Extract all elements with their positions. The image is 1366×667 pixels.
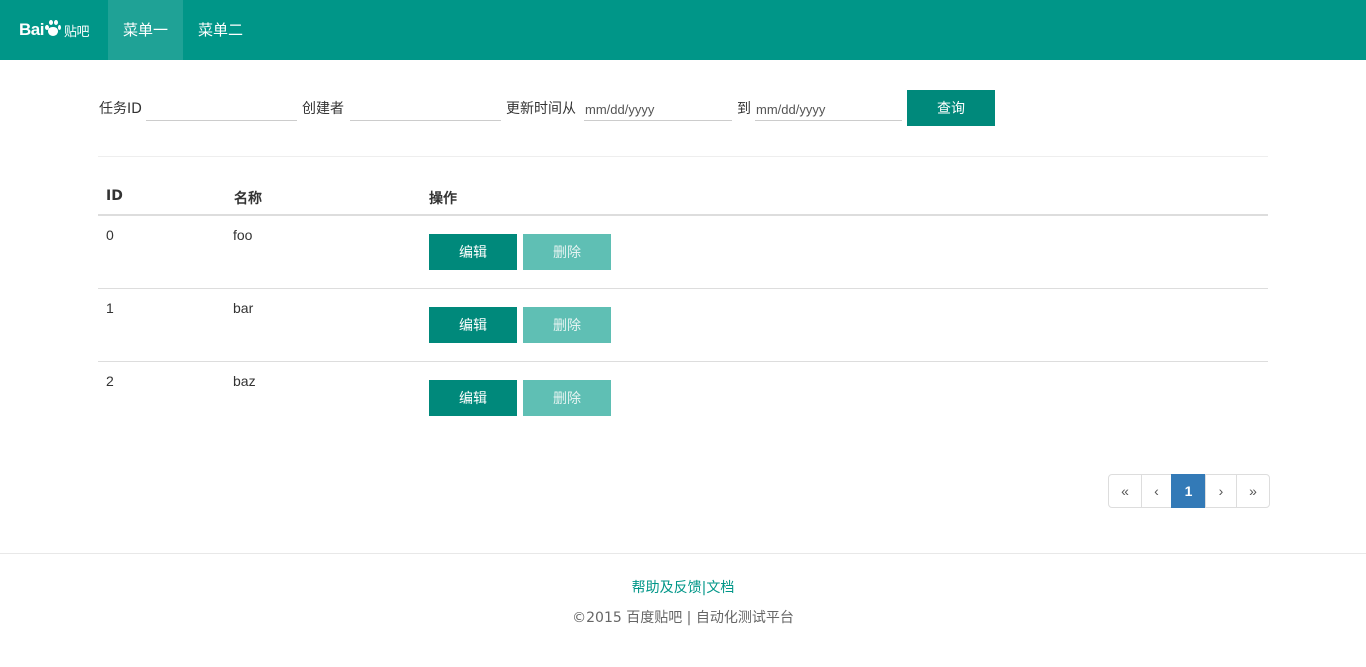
row-divider	[98, 361, 1268, 362]
row-name: foo	[233, 227, 253, 243]
next-page-button[interactable]: ›	[1205, 474, 1237, 508]
column-header-actions: 操作	[429, 191, 457, 207]
footer: 帮助及反馈|文档 ©2015 百度贴吧 | 自动化测试平台	[0, 553, 1366, 667]
prev-page-button[interactable]: ‹	[1141, 474, 1172, 508]
row-divider	[98, 288, 1268, 289]
menu-item-1[interactable]: 菜单一	[108, 0, 183, 60]
docs-link[interactable]: 文档	[706, 580, 734, 596]
task-id-input[interactable]	[146, 95, 297, 121]
column-header-id: ID	[106, 188, 123, 204]
footer-links: 帮助及反馈|文档	[0, 577, 1366, 597]
row-name: baz	[233, 373, 256, 389]
update-from-date-input[interactable]	[584, 95, 732, 121]
current-page-button[interactable]: 1	[1171, 474, 1206, 508]
delete-button[interactable]: 删除	[523, 234, 611, 270]
section-divider	[98, 156, 1268, 157]
creator-label: 创建者	[302, 101, 344, 117]
top-navbar: Bai 贴吧 菜单一 菜单二	[0, 0, 1366, 60]
column-header-name: 名称	[234, 191, 262, 207]
copyright-text: ©2015 百度贴吧 | 自动化测试平台	[572, 610, 794, 626]
row-name: bar	[233, 300, 254, 316]
edit-button[interactable]: 编辑	[429, 307, 517, 343]
task-id-label: 任务ID	[99, 101, 142, 117]
edit-button[interactable]: 编辑	[429, 234, 517, 270]
pagination: « ‹ 1 › »	[1108, 474, 1270, 508]
paw-icon	[44, 20, 61, 36]
creator-input[interactable]	[350, 95, 501, 121]
logo-text-latin: Bai	[19, 20, 44, 39]
logo-text-chinese: 贴吧	[63, 24, 90, 40]
first-page-button[interactable]: «	[1108, 474, 1142, 508]
update-to-label: 到	[737, 101, 751, 117]
baidu-tieba-logo[interactable]: Bai 贴吧	[0, 0, 108, 60]
edit-button[interactable]: 编辑	[429, 380, 517, 416]
last-page-button[interactable]: »	[1236, 474, 1270, 508]
delete-button[interactable]: 删除	[523, 380, 611, 416]
query-button[interactable]: 查询	[907, 90, 995, 126]
delete-button[interactable]: 删除	[523, 307, 611, 343]
update-to-date-input[interactable]	[755, 95, 902, 121]
help-feedback-link[interactable]: 帮助及反馈	[632, 580, 702, 596]
row-id: 2	[106, 373, 114, 389]
table-header-border	[98, 214, 1268, 216]
row-id: 0	[106, 227, 114, 243]
update-from-label: 更新时间从	[506, 101, 576, 117]
row-id: 1	[106, 300, 114, 316]
menu-item-2[interactable]: 菜单二	[183, 0, 258, 60]
